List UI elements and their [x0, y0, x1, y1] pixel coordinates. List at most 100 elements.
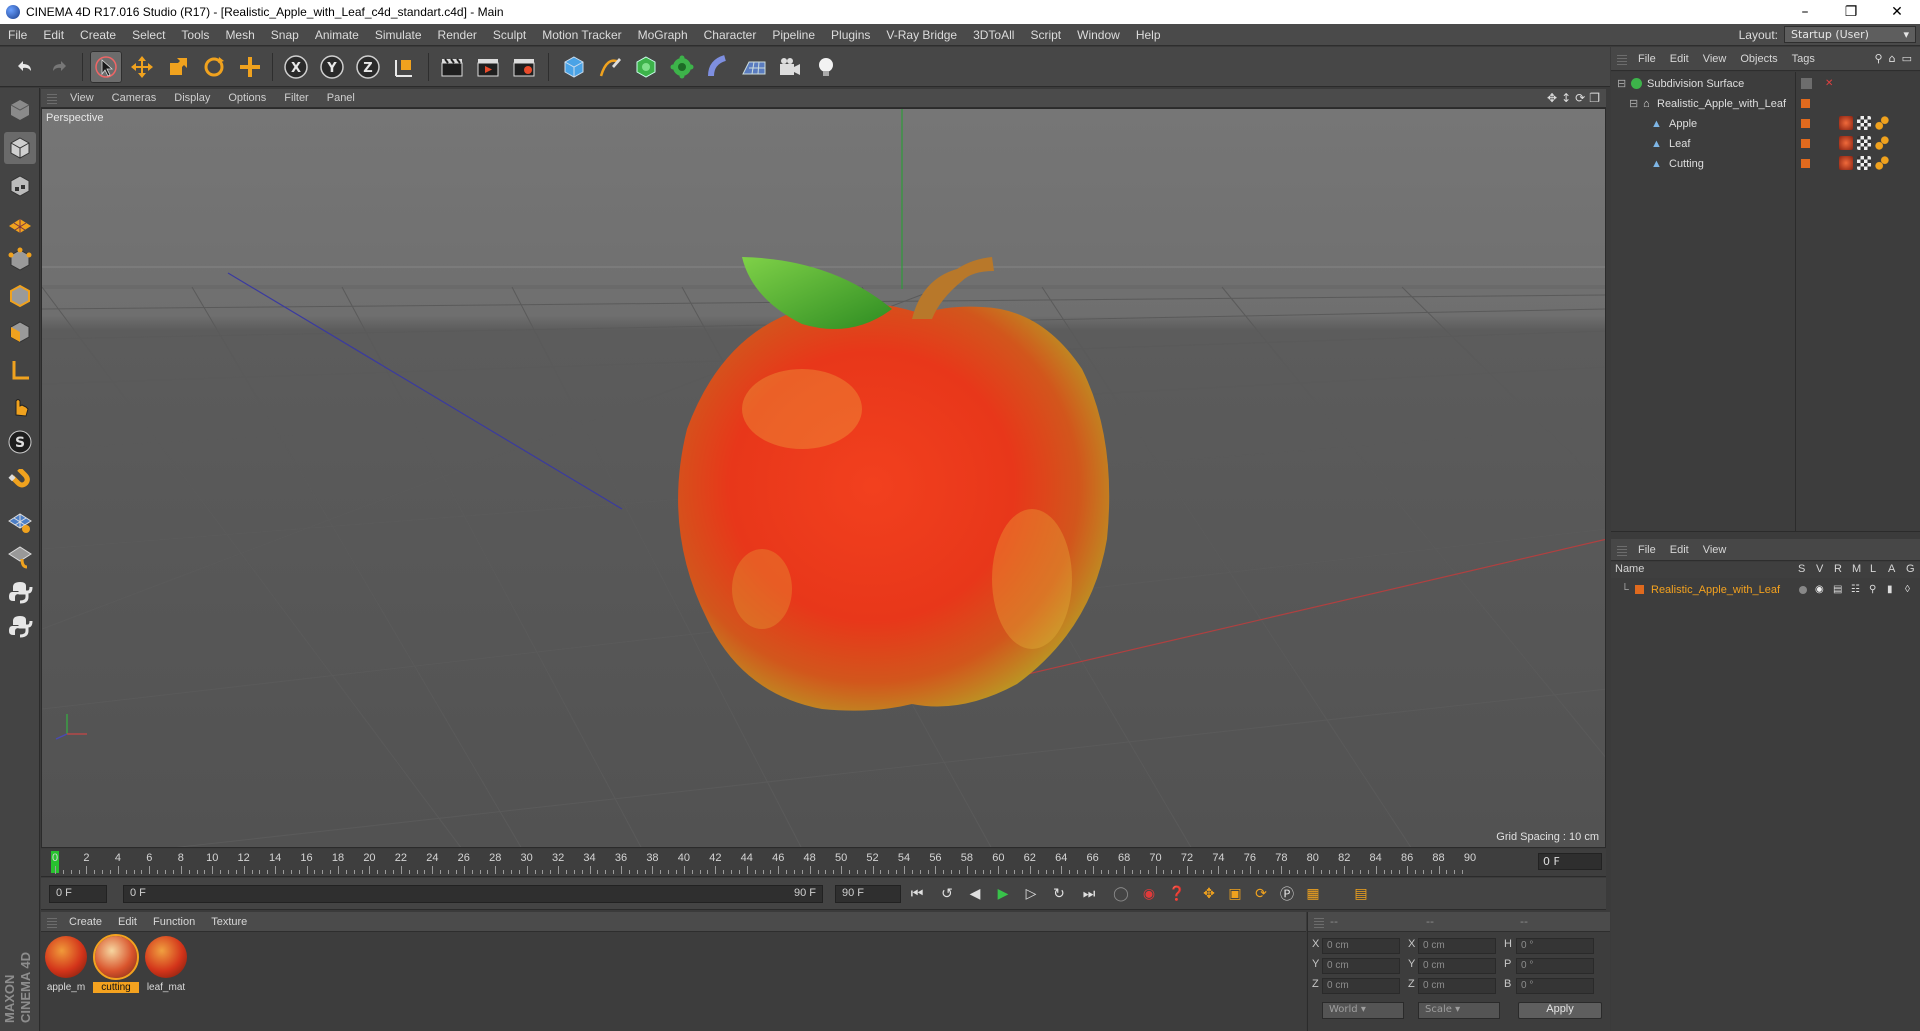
pos-x-field[interactable]: 0 cm [1322, 938, 1400, 954]
object-menu-tags[interactable]: Tags [1785, 53, 1822, 65]
add-deformer-button[interactable] [702, 51, 734, 83]
material-menu-function[interactable]: Function [145, 916, 203, 928]
minimize-button[interactable]: – [1782, 0, 1828, 24]
add-cube-button[interactable] [558, 51, 590, 83]
make-editable-button[interactable] [4, 94, 36, 126]
go-to-start-button[interactable]: ⏮ [905, 882, 929, 906]
points-mode-button[interactable] [4, 244, 36, 276]
eye-icon[interactable]: ◉ [1815, 584, 1824, 595]
coordinate-space-dropdown[interactable]: World ▾ [1322, 1002, 1404, 1019]
polygons-mode-button[interactable] [4, 316, 36, 348]
render-view-button[interactable] [436, 51, 468, 83]
layer-col-generators[interactable]: G [1906, 563, 1915, 575]
layer-col-view[interactable]: V [1816, 563, 1823, 575]
new-view-icon[interactable]: ▭ [1902, 52, 1912, 65]
grid-lock-button[interactable] [4, 540, 36, 572]
end-frame-field[interactable]: 90 F [835, 885, 901, 903]
add-camera-button[interactable] [774, 51, 806, 83]
menu-animate[interactable]: Animate [307, 28, 367, 42]
size-mode-dropdown[interactable]: Scale ▾ [1418, 1002, 1500, 1019]
menu-tools[interactable]: Tools [173, 28, 217, 42]
key-pla-button[interactable]: ▦ [1301, 882, 1325, 906]
keyframe-selection-button[interactable]: ❓ [1165, 882, 1189, 906]
object-row-cutting[interactable]: ▲ Cutting [1611, 154, 1920, 173]
menu-plugins[interactable]: Plugins [823, 28, 878, 42]
go-to-end-button[interactable]: ⏭ [1077, 882, 1101, 906]
object-menu-file[interactable]: File [1631, 53, 1663, 65]
start-frame-field[interactable]: 0 F [49, 885, 107, 903]
menu-character[interactable]: Character [696, 28, 765, 42]
record-keys-button[interactable]: ◯ [1109, 882, 1133, 906]
object-row-realistic-apple[interactable]: ⊟ ⌂ Realistic_Apple_with_Leaf [1611, 94, 1920, 113]
material-tag-icon[interactable] [1839, 136, 1853, 150]
edges-mode-button[interactable] [4, 280, 36, 312]
transform-tool-button[interactable] [234, 51, 266, 83]
scale-tool-button[interactable] [162, 51, 194, 83]
layer-col-locked[interactable]: L [1870, 563, 1876, 575]
menu-3dtoall[interactable]: 3DToAll [965, 28, 1022, 42]
python-script-button-1[interactable] [4, 576, 36, 608]
redo-button[interactable] [44, 51, 76, 83]
close-button[interactable]: ✕ [1874, 0, 1920, 24]
play-button[interactable]: ▶ [991, 882, 1015, 906]
model-mode-button[interactable] [4, 132, 36, 164]
add-spline-button[interactable] [594, 51, 626, 83]
menu-render[interactable]: Render [430, 28, 485, 42]
previous-frame-button[interactable]: ◀ [963, 882, 987, 906]
layer-color-icon[interactable] [1635, 585, 1644, 594]
menu-motion-tracker[interactable]: Motion Tracker [534, 28, 629, 42]
magnet-button[interactable] [4, 466, 36, 498]
rotate-view-icon[interactable]: ⟳ [1575, 91, 1585, 105]
selection-tag-icon[interactable] [1875, 116, 1889, 130]
y-axis-lock-button[interactable]: Y [316, 51, 348, 83]
layer-col-render[interactable]: R [1834, 563, 1842, 575]
move-tool-button[interactable] [126, 51, 158, 83]
frame-range-slider[interactable]: 0 F 90 F [123, 885, 823, 903]
uvw-tag-icon[interactable] [1857, 136, 1871, 150]
toggle-view-layout-icon[interactable]: ❐ [1589, 91, 1600, 105]
layer-menu-edit[interactable]: Edit [1663, 544, 1696, 556]
axis-mode-button[interactable] [4, 354, 36, 386]
selection-tag-icon[interactable] [1875, 136, 1889, 150]
layer-menu-file[interactable]: File [1631, 544, 1663, 556]
add-subdivision-button[interactable] [630, 51, 662, 83]
object-menu-objects[interactable]: Objects [1733, 53, 1784, 65]
tweak-mode-button[interactable] [4, 390, 36, 422]
layer-col-solo[interactable]: S [1798, 563, 1805, 575]
uvw-tag-icon[interactable] [1857, 156, 1871, 170]
object-row-subdivision-surface[interactable]: ⊟ Subdivision Surface ✕ [1611, 74, 1920, 93]
3d-viewport[interactable]: Perspective Grid Spacing : 10 cm [41, 108, 1606, 848]
material-swatch[interactable]: leaf_mat [143, 936, 189, 1002]
pos-z-field[interactable]: 0 cm [1322, 978, 1400, 994]
expand-toggle-icon[interactable]: ⊟ [1629, 97, 1638, 110]
material-swatch[interactable]: cutting [93, 934, 139, 1002]
layer-col-manager[interactable]: M [1852, 563, 1861, 575]
object-menu-view[interactable]: View [1696, 53, 1734, 65]
menu-sculpt[interactable]: Sculpt [485, 28, 534, 42]
next-frame-button[interactable]: ▷ [1019, 882, 1043, 906]
add-floor-button[interactable] [738, 51, 770, 83]
material-tag-icon[interactable] [1839, 116, 1853, 130]
workplane-mode-button[interactable] [4, 206, 36, 238]
menu-script[interactable]: Script [1022, 28, 1069, 42]
size-y-field[interactable]: 0 cm [1418, 958, 1496, 974]
menu-simulate[interactable]: Simulate [367, 28, 430, 42]
z-axis-lock-button[interactable]: Z [352, 51, 384, 83]
material-menu-create[interactable]: Create [61, 916, 110, 928]
live-selection-button[interactable] [90, 51, 122, 83]
solo-toggle-icon[interactable] [1799, 585, 1807, 594]
expand-toggle-icon[interactable]: ⊟ [1617, 77, 1626, 90]
pan-view-icon[interactable]: ✥ [1547, 91, 1557, 105]
viewport-menu-view[interactable]: View [61, 92, 103, 104]
viewport-menu-cameras[interactable]: Cameras [103, 92, 166, 104]
render-clapper-icon[interactable]: ▤ [1833, 584, 1842, 595]
visibility-toggle-icon[interactable] [1801, 78, 1812, 89]
selection-tag-icon[interactable] [1875, 156, 1889, 170]
home-icon[interactable]: ⌂ [1889, 52, 1896, 65]
object-row-apple[interactable]: ▲ Apple [1611, 114, 1920, 133]
lock-icon[interactable]: ⚲ [1869, 584, 1876, 595]
snap-button[interactable]: S [4, 426, 36, 458]
object-row-leaf[interactable]: ▲ Leaf [1611, 134, 1920, 153]
material-swatch[interactable]: apple_m [43, 936, 89, 1002]
pos-y-field[interactable]: 0 cm [1322, 958, 1400, 974]
